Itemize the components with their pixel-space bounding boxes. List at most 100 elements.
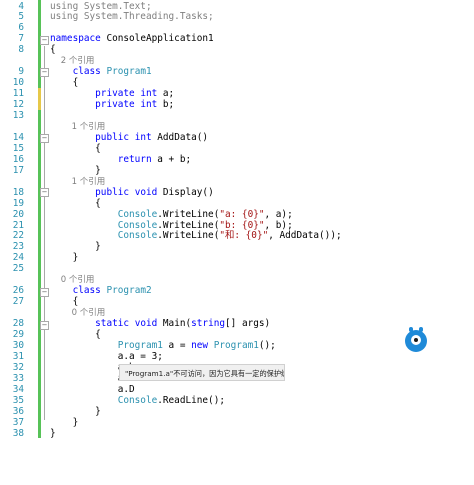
- code-line[interactable]: 19 {: [0, 198, 474, 209]
- reference-count-link[interactable]: 1 个引用: [50, 122, 106, 132]
- line-number: 30: [12, 339, 24, 351]
- code-token: {: [50, 44, 56, 56]
- code-line[interactable]: 36 }: [0, 406, 474, 417]
- code-line[interactable]: 5 using System.Threading.Tasks;: [0, 11, 474, 22]
- line-number: 16: [12, 153, 24, 165]
- codelens-line: 0 个引用: [0, 274, 474, 285]
- code-line[interactable]: 23 }: [0, 241, 474, 252]
- code-line[interactable]: 34 a.D: [0, 384, 474, 395]
- code-line[interactable]: 21 Console.WriteLine("b: {0}", b);: [0, 220, 474, 231]
- code-line[interactable]: 17 }: [0, 165, 474, 176]
- line-number: 26: [12, 285, 24, 297]
- code-line[interactable]: 13: [0, 110, 474, 121]
- code-text: Console.WriteLine("a: {0}", a);: [50, 209, 293, 220]
- error-tooltip-text: "Program1.a"不可访问，因为它具有一定的保护级别: [125, 369, 285, 378]
- code-token: }: [50, 427, 56, 439]
- code-line[interactable]: 28 static void Main(string[] args): [0, 318, 474, 329]
- code-token: using System.Threading.Tasks;: [50, 11, 214, 23]
- code-token: using System.Text;: [50, 0, 152, 12]
- code-line[interactable]: 31 a.a = 3;: [0, 351, 474, 362]
- line-number: 14: [12, 131, 24, 143]
- line-number: 18: [12, 186, 24, 198]
- code-token: "和: {0}": [219, 230, 269, 242]
- code-token: private: [95, 99, 135, 111]
- codelens-line: 1 个引用: [0, 176, 474, 187]
- code-line[interactable]: 35 Console.ReadLine();: [0, 395, 474, 406]
- code-line[interactable]: 22 Console.WriteLine("和: {0}", AddData()…: [0, 230, 474, 241]
- line-number: 20: [12, 208, 24, 220]
- reference-count-link[interactable]: 1 个引用: [50, 177, 106, 187]
- code-token: .WriteLine(: [157, 208, 220, 220]
- code-line[interactable]: 7 namespace ConsoleApplication1: [0, 33, 474, 44]
- code-line[interactable]: 29 {: [0, 329, 474, 340]
- code-line[interactable]: 16 return a + b;: [0, 154, 474, 165]
- line-number: 5: [18, 11, 24, 23]
- code-token: }: [50, 241, 101, 253]
- code-token: Console: [117, 230, 158, 242]
- code-token: a.D: [50, 383, 135, 395]
- code-token: ();: [258, 339, 276, 351]
- code-line[interactable]: 26 class Program2: [0, 285, 474, 296]
- assistant-mascot-icon[interactable]: [405, 327, 427, 352]
- line-number: 24: [12, 252, 24, 264]
- code-token: {: [50, 296, 79, 308]
- line-number: 12: [12, 99, 24, 111]
- code-line[interactable]: 30 Program1 a = new Program1();: [0, 340, 474, 351]
- codelens-line: 0 个引用: [0, 307, 474, 318]
- code-line[interactable]: 4 using System.Text;: [0, 1, 474, 12]
- reference-count-link[interactable]: 0 个引用: [50, 308, 106, 318]
- code-line[interactable]: 9 class Program1: [0, 66, 474, 77]
- code-line[interactable]: 27 {: [0, 296, 474, 307]
- code-line[interactable]: 14 public int AddData(): [0, 132, 474, 143]
- line-number: 31: [12, 350, 24, 362]
- code-text: }: [50, 241, 101, 252]
- code-token: Program1: [106, 66, 152, 78]
- code-token: }: [50, 164, 101, 176]
- code-line[interactable]: 38}: [0, 428, 474, 439]
- code-text: return a + b;: [50, 154, 191, 165]
- code-text: }: [50, 406, 101, 417]
- line-number: 17: [12, 164, 24, 176]
- line-number: 28: [12, 318, 24, 330]
- code-token: .WriteLine(: [157, 230, 220, 242]
- code-line[interactable]: 25: [0, 263, 474, 274]
- reference-count-link[interactable]: 0 个引用: [50, 275, 95, 285]
- code-line[interactable]: 18 public void Display(): [0, 187, 474, 198]
- line-number: 27: [12, 296, 24, 308]
- code-line[interactable]: 12 private int b;: [0, 99, 474, 110]
- code-token: .ReadLine();: [157, 394, 225, 406]
- code-line[interactable]: 6: [0, 22, 474, 33]
- code-token: void: [134, 318, 158, 330]
- reference-count-link[interactable]: 2 个引用: [50, 56, 95, 66]
- code-text: Console.WriteLine("b: {0}", b);: [50, 220, 293, 231]
- code-line[interactable]: 11 private int a;: [0, 88, 474, 99]
- line-number: 36: [12, 405, 24, 417]
- code-line[interactable]: 24 }: [0, 252, 474, 263]
- code-text: using System.Threading.Tasks;: [50, 11, 214, 22]
- line-number: 7: [18, 33, 24, 45]
- line-number: 29: [12, 329, 24, 340]
- line-number: 34: [12, 383, 24, 395]
- code-line[interactable]: 37 }: [0, 417, 474, 428]
- code-text: public void Display(): [50, 187, 214, 198]
- code-text: a.a = 3;: [50, 351, 163, 362]
- code-line[interactable]: 20 Console.WriteLine("a: {0}", a);: [0, 209, 474, 220]
- code-line[interactable]: 8{: [0, 44, 474, 55]
- code-token: Program1: [117, 339, 163, 351]
- code-text: {: [50, 143, 101, 154]
- code-token: Program2: [106, 285, 152, 297]
- code-text: {: [50, 296, 79, 308]
- code-token: {: [50, 329, 101, 340]
- line-number: 15: [12, 142, 24, 154]
- line-number: 13: [12, 110, 24, 121]
- code-line[interactable]: 10 {: [0, 77, 474, 88]
- line-number: 32: [12, 361, 24, 373]
- code-token: [] args): [225, 318, 271, 330]
- code-text: class Program2: [50, 285, 152, 296]
- code-token: "b: {0}": [219, 219, 265, 231]
- code-token: a =: [162, 339, 192, 351]
- code-token: , a);: [264, 208, 293, 220]
- code-line[interactable]: 15 {: [0, 143, 474, 154]
